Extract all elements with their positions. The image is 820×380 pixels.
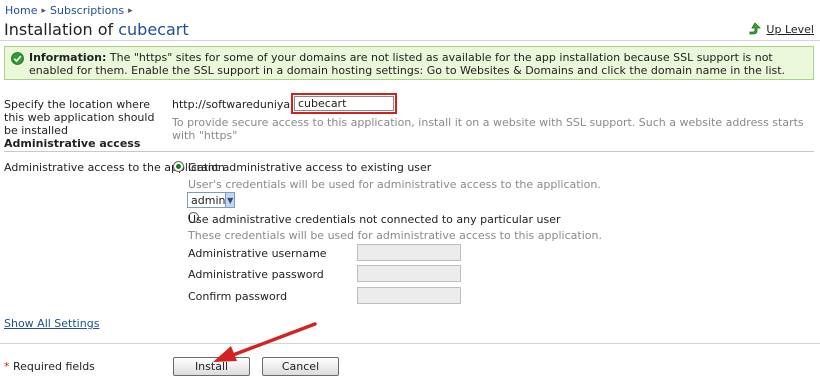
location-label: Specify the location where this web appl… bbox=[4, 98, 155, 137]
breadcrumb: Home ▸ Subscriptions ▸ bbox=[5, 4, 133, 17]
admin-username-label: Administrative username bbox=[188, 247, 327, 260]
grant-existing-user-radio[interactable] bbox=[173, 161, 184, 172]
annotation-arrow-icon bbox=[213, 322, 317, 362]
admin-password-label: Administrative password bbox=[188, 268, 324, 281]
admin-password-input[interactable] bbox=[357, 265, 461, 282]
breadcrumb-home-link[interactable]: Home bbox=[5, 4, 37, 17]
information-label: Information: bbox=[29, 51, 107, 64]
section-divider bbox=[4, 151, 814, 152]
show-all-settings-link[interactable]: Show All Settings bbox=[4, 317, 99, 330]
install-path-highlight bbox=[291, 93, 397, 114]
admin-username-input[interactable] bbox=[357, 244, 461, 261]
breadcrumb-separator-icon: ▸ bbox=[41, 5, 47, 16]
location-hint: To provide secure access to this applica… bbox=[172, 116, 804, 142]
install-path-input[interactable] bbox=[294, 96, 394, 111]
check-icon bbox=[11, 52, 24, 68]
page-title: Installation of cubecart bbox=[4, 20, 189, 39]
breadcrumb-separator-icon: ▸ bbox=[128, 5, 133, 16]
required-fields-text: Required fields bbox=[9, 360, 95, 373]
up-level-link[interactable]: Up Level bbox=[748, 22, 814, 36]
up-level-label: Up Level bbox=[766, 22, 814, 36]
page-title-prefix: Installation of bbox=[4, 20, 119, 39]
title-divider bbox=[0, 40, 820, 41]
custom-credentials-label[interactable]: Use administrative credentials not conne… bbox=[188, 213, 561, 226]
grant-existing-user-label[interactable]: Grant administrative access to existing … bbox=[188, 161, 431, 174]
breadcrumb-subscriptions-link[interactable]: Subscriptions bbox=[50, 4, 124, 17]
user-select[interactable]: admin ▼ bbox=[187, 192, 235, 208]
section-title-admin-access: Administrative access bbox=[4, 137, 141, 150]
required-fields-note: * Required fields bbox=[4, 360, 95, 373]
page-title-app: cubecart bbox=[118, 20, 189, 39]
user-select-value: admin bbox=[191, 193, 226, 207]
information-message: Information: The "https" sites for some … bbox=[4, 46, 814, 80]
chevron-down-icon[interactable]: ▼ bbox=[225, 193, 234, 207]
confirm-password-input[interactable] bbox=[357, 287, 461, 304]
confirm-password-label: Confirm password bbox=[188, 290, 288, 303]
up-level-icon bbox=[748, 22, 762, 36]
existing-user-hint: User's credentials will be used for admi… bbox=[188, 178, 601, 191]
footer-divider bbox=[0, 343, 820, 344]
information-text: The "https" sites for some of your domai… bbox=[29, 51, 786, 77]
custom-credentials-hint: These credentials will be used for admin… bbox=[188, 229, 602, 242]
